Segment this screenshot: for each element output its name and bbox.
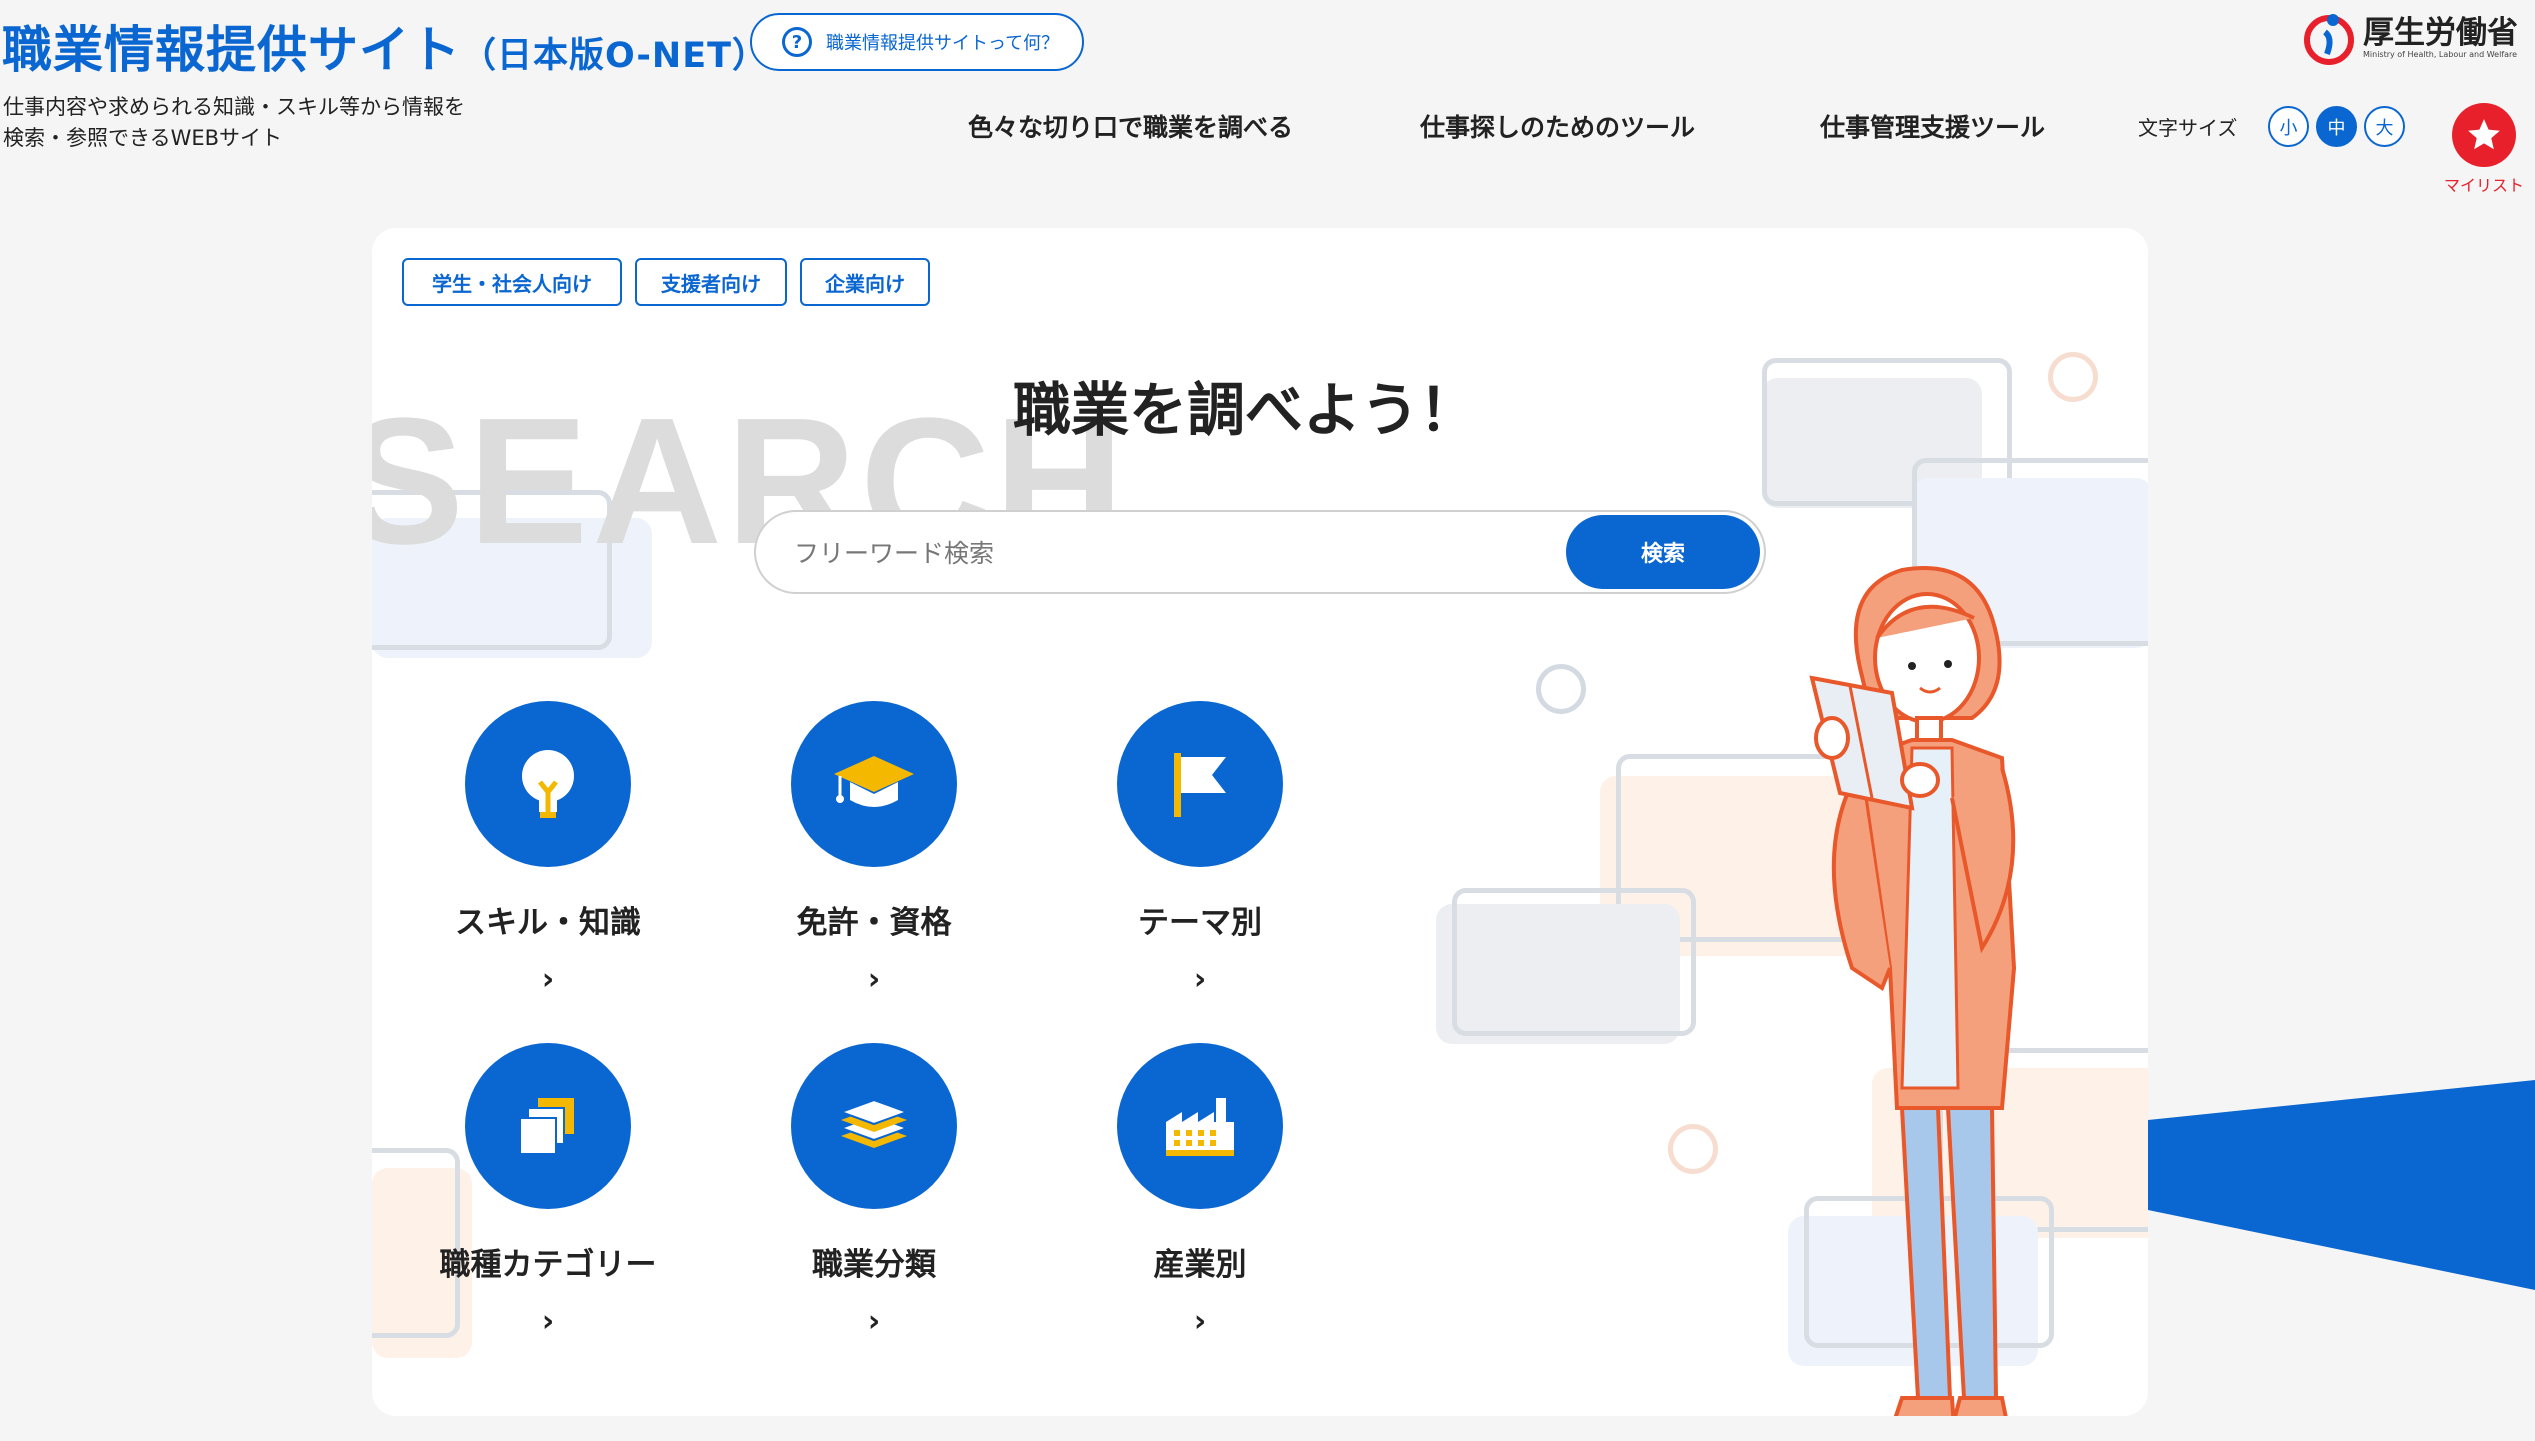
stacked-layers-icon xyxy=(838,1098,910,1148)
nav-item-browse-jobs[interactable]: 色々な切り口で職業を調べる xyxy=(968,108,1293,144)
ministry-sub: Ministry of Health, Labour and Welfare xyxy=(2363,50,2518,59)
about-site-label: 職業情報提供サイトって何？ xyxy=(826,33,1060,54)
category-by-industry[interactable]: 産業別 › xyxy=(1060,1043,1340,1339)
category-label: 職種カテゴリー xyxy=(439,1247,657,1283)
ministry-name: 厚生労働省 xyxy=(2363,15,2518,51)
category-licenses-qualifications[interactable]: 免許・資格 › xyxy=(734,701,1014,997)
font-size-small-button[interactable]: 小 xyxy=(2268,106,2309,147)
category-label: 免許・資格 xyxy=(796,905,952,941)
graduation-cap-icon xyxy=(834,756,914,807)
tagline-line-1: 仕事内容や求められる知識・スキル等から情報を xyxy=(3,95,465,119)
tagline-line-2: 検索・参照できるWEBサイト xyxy=(3,126,283,150)
category-icon-circle xyxy=(791,701,957,867)
deco-circle xyxy=(1536,664,1586,714)
category-icon-circle xyxy=(1117,1043,1283,1209)
category-label: テーマ別 xyxy=(1138,905,1262,941)
audience-companies-button[interactable]: 企業向け xyxy=(800,258,930,306)
audience-supporters-button[interactable]: 支援者向け xyxy=(635,258,787,306)
flag-icon xyxy=(1174,753,1226,817)
lightbulb-icon xyxy=(522,750,574,818)
search-input[interactable] xyxy=(794,530,1534,576)
site-title-sub: （日本版O-NET） xyxy=(461,36,769,76)
category-icon-circle xyxy=(465,701,631,867)
category-icon-circle xyxy=(791,1043,957,1209)
category-label: 職業分類 xyxy=(812,1247,936,1283)
search-hero-card: SEARCH 学生・社会人向け 支援者向け 企業向け 職業を調べよう！ 検索 ス… xyxy=(372,228,2148,1416)
ministry-logo[interactable]: 厚生労働省 Ministry of Health, Labour and Wel… xyxy=(2303,10,2518,66)
question-icon: ? xyxy=(782,27,812,57)
search-bar: 検索 xyxy=(754,510,1766,594)
chevron-right-icon: › xyxy=(541,1304,555,1339)
nav-item-work-management-tools[interactable]: 仕事管理支援ツール xyxy=(1820,108,2045,144)
font-size-medium-button[interactable]: 中 xyxy=(2316,106,2357,147)
search-button[interactable]: 検索 xyxy=(1566,515,1760,589)
category-squares-icon xyxy=(519,1098,574,1155)
font-size-label: 文字サイズ xyxy=(2138,116,2238,140)
category-label: 産業別 xyxy=(1153,1247,1247,1283)
font-size-large-button[interactable]: 大 xyxy=(2364,106,2405,147)
chevron-right-icon: › xyxy=(1193,962,1207,997)
site-title-main: 職業情報提供サイト xyxy=(2,21,461,79)
woman-reading-illustration xyxy=(1809,566,2017,1416)
category-skills-knowledge[interactable]: スキル・知識 › xyxy=(408,701,688,997)
mylist-label: マイリスト xyxy=(2444,176,2525,195)
deco-circle xyxy=(1668,1124,1718,1174)
chevron-right-icon: › xyxy=(541,962,555,997)
category-by-theme[interactable]: テーマ別 › xyxy=(1060,701,1340,997)
mylist-button[interactable] xyxy=(2452,103,2516,167)
hero-title: 職業を調べよう！ xyxy=(1012,376,1477,444)
category-icon-circle xyxy=(1117,701,1283,867)
category-occupation-classification[interactable]: 職業分類 › xyxy=(734,1043,1014,1339)
category-occupation-types[interactable]: 職種カテゴリー › xyxy=(408,1043,688,1339)
about-site-button[interactable]: ? 職業情報提供サイトって何？ xyxy=(750,13,1084,71)
site-tagline: 仕事内容や求められる知識・スキル等から情報を 検索・参照できるWEBサイト xyxy=(3,92,465,154)
chevron-right-icon: › xyxy=(867,962,881,997)
category-label: スキル・知識 xyxy=(455,905,641,941)
decorative-blue-beam xyxy=(2148,1080,2535,1290)
factory-icon xyxy=(1166,1098,1234,1156)
chevron-right-icon: › xyxy=(1193,1304,1207,1339)
nav-item-job-search-tools[interactable]: 仕事探しのためのツール xyxy=(1420,108,1695,144)
deco-rect-outline xyxy=(1452,888,1696,1036)
chevron-right-icon: › xyxy=(867,1304,881,1339)
star-icon xyxy=(2468,119,2500,150)
ministry-emblem-icon xyxy=(2304,14,2354,65)
category-icon-circle xyxy=(465,1043,631,1209)
site-title[interactable]: 職業情報提供サイト（日本版O-NET） xyxy=(2,10,768,82)
audience-students-button[interactable]: 学生・社会人向け xyxy=(402,258,622,306)
